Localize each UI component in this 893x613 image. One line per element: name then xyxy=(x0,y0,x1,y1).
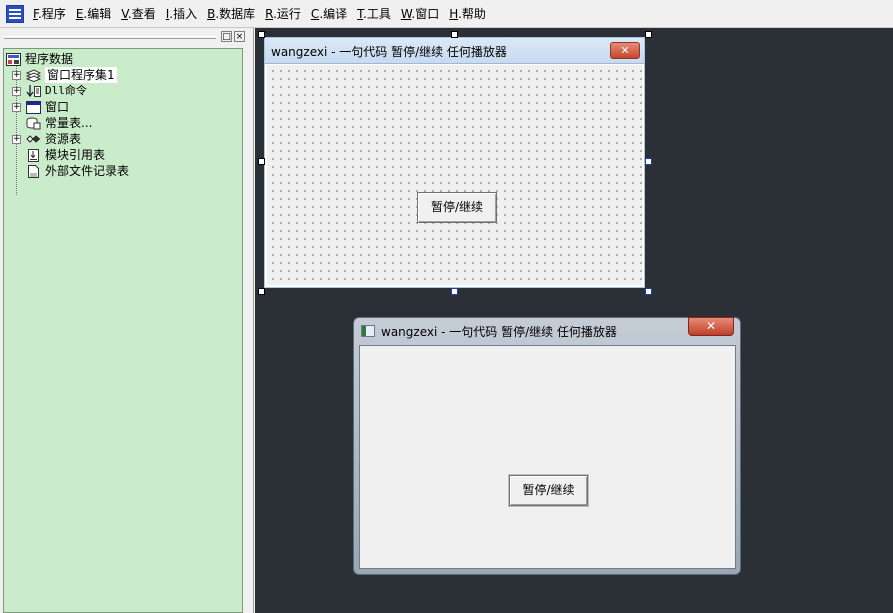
tree-item-constants[interactable]: 常量表... xyxy=(26,115,92,131)
window-app-icon xyxy=(361,325,375,337)
tree-item-dll-command[interactable]: Dll命令 xyxy=(26,83,87,99)
program-tree: 程序数据 + 窗口程序集1 + Dll命令 + 窗口 常量表... + 资源表 … xyxy=(3,48,243,613)
tree-connector xyxy=(16,65,17,195)
resize-handle-w[interactable] xyxy=(258,158,265,165)
menu-edit[interactable]: E.编辑 xyxy=(71,0,116,28)
pause-resume-button-design[interactable]: 暂停/继续 xyxy=(417,192,497,223)
menu-insert[interactable]: I.插入 xyxy=(161,0,202,28)
tree-item-label: 常量表... xyxy=(45,116,93,130)
resize-handle-s[interactable] xyxy=(451,288,458,295)
menu-bar: F.程序 E.编辑 V.查看 I.插入 B.数据库 R.运行 C.编译 T.工具… xyxy=(0,0,893,28)
tree-item-external-files[interactable]: 外部文件记录表 xyxy=(26,163,129,179)
layers-icon xyxy=(25,68,42,82)
tree-root-label: 程序数据 xyxy=(25,52,74,66)
menu-tools[interactable]: T.工具 xyxy=(352,0,396,28)
panel-pin-button[interactable]: □ xyxy=(221,31,232,42)
tree-root[interactable]: 程序数据 xyxy=(6,51,73,67)
resize-handle-n[interactable] xyxy=(451,31,458,38)
resize-handle-e[interactable] xyxy=(645,158,652,165)
program-data-panel: □ × 程序数据 + 窗口程序集1 + Dll命令 + 窗口 常量表... + … xyxy=(0,28,254,613)
design-close-button[interactable]: ✕ xyxy=(610,42,640,59)
tree-expander[interactable]: + xyxy=(12,71,21,80)
dll-command-icon xyxy=(26,84,41,98)
tree-item-label: Dll命令 xyxy=(45,84,87,97)
tree-item-label: 资源表 xyxy=(45,132,82,146)
menu-run[interactable]: R.运行 xyxy=(260,0,306,28)
menu-file[interactable]: F.程序 xyxy=(28,0,71,28)
tree-expander[interactable]: + xyxy=(12,135,21,144)
tree-item-label: 外部文件记录表 xyxy=(45,164,130,178)
resize-handle-sw[interactable] xyxy=(258,288,265,295)
design-canvas[interactable]: 暂停/继续 xyxy=(267,65,642,285)
menu-database[interactable]: B.数据库 xyxy=(202,0,260,28)
runtime-window-title: wangzexi - 一句代码 暂停/继续 任何播放器 xyxy=(381,325,617,339)
panel-grip[interactable] xyxy=(4,36,216,39)
resize-handle-se[interactable] xyxy=(645,288,652,295)
tree-item-label: 模块引用表 xyxy=(45,148,106,162)
resize-handle-nw[interactable] xyxy=(258,31,265,38)
menu-help[interactable]: H.帮助 xyxy=(444,0,491,28)
program-data-icon xyxy=(6,52,21,66)
runtime-client-area: 暂停/继续 xyxy=(359,345,736,569)
panel-close-button[interactable]: × xyxy=(234,31,245,42)
runtime-window[interactable]: wangzexi - 一句代码 暂停/继续 任何播放器 ✕ 暂停/继续 xyxy=(353,317,741,575)
pause-resume-button[interactable]: 暂停/继续 xyxy=(509,475,588,506)
runtime-close-button[interactable]: ✕ xyxy=(688,317,734,336)
tree-expander[interactable]: + xyxy=(12,87,21,96)
design-window-title: wangzexi - 一句代码 暂停/继续 任何播放器 xyxy=(271,45,507,59)
constant-icon xyxy=(26,117,41,130)
resource-icon xyxy=(26,133,41,146)
tree-item-window-assembly[interactable]: 窗口程序集1 xyxy=(25,67,117,83)
menu-compile[interactable]: C.编译 xyxy=(306,0,352,28)
window-icon xyxy=(26,100,41,114)
design-window-titlebar[interactable]: wangzexi - 一句代码 暂停/继续 任何播放器 ✕ xyxy=(265,38,644,64)
tree-item-label: 窗口 xyxy=(45,100,70,114)
tree-item-window[interactable]: 窗口 xyxy=(26,99,69,115)
tree-expander[interactable]: + xyxy=(12,103,21,112)
resize-handle-ne[interactable] xyxy=(645,31,652,38)
external-file-icon xyxy=(26,164,41,178)
app-logo-icon[interactable] xyxy=(6,4,24,23)
tree-item-resources[interactable]: 资源表 xyxy=(26,131,81,147)
tree-item-module-ref[interactable]: 模块引用表 xyxy=(26,147,105,163)
menu-view[interactable]: V.查看 xyxy=(116,0,161,28)
module-ref-icon xyxy=(26,148,41,162)
design-window[interactable]: wangzexi - 一句代码 暂停/继续 任何播放器 ✕ 暂停/继续 xyxy=(264,37,645,288)
tree-item-label: 窗口程序集1 xyxy=(45,67,117,83)
menu-window[interactable]: W.窗口 xyxy=(396,0,444,28)
